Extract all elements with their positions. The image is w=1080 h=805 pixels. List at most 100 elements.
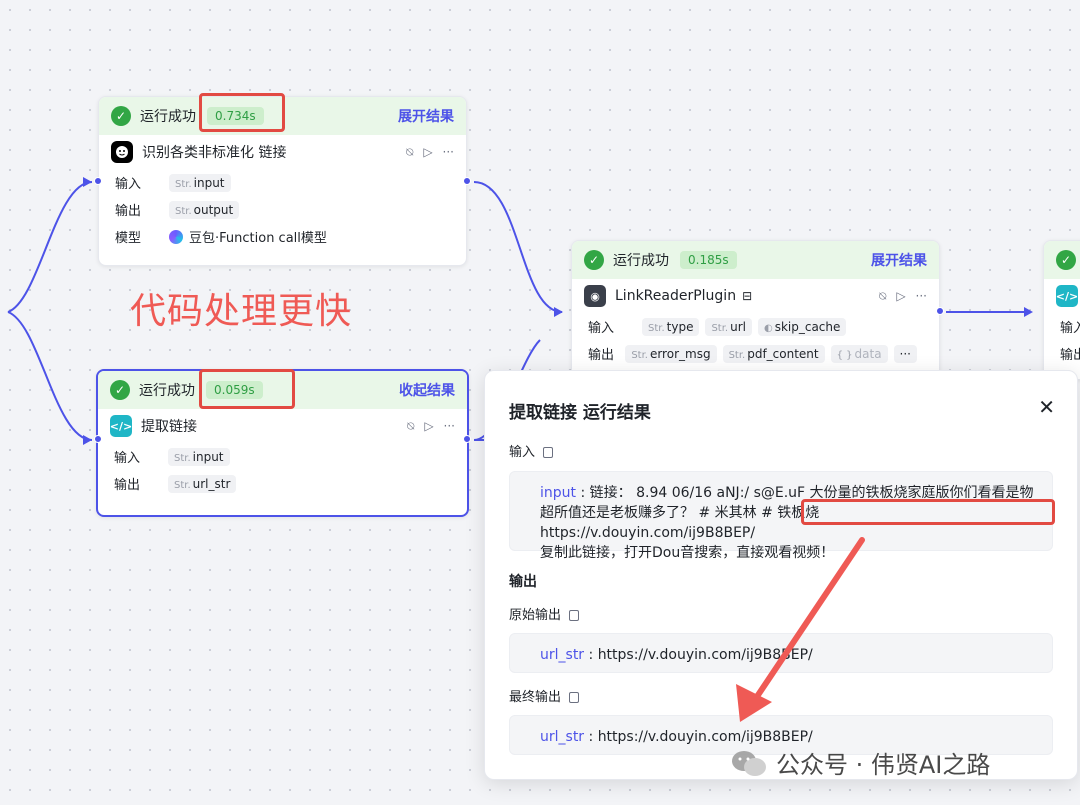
plugin-store-icon: ⊟ xyxy=(742,289,753,303)
plugin-duration-badge: 0.185s xyxy=(680,251,737,269)
success-check-icon: ✓ xyxy=(110,380,130,400)
input-text-2: 复制此链接，打开Dou音搜索，直接观看视频！ xyxy=(540,545,835,561)
final-output-label: 最终输出 xyxy=(509,686,580,705)
plugin-node[interactable]: ✓ 运行成功 0.185s 展开结果 ◉ LinkReaderPlugin ⊟ … xyxy=(571,240,940,380)
output-label: 输出 xyxy=(115,204,142,219)
output-param-tag: Str. error_msg xyxy=(625,344,717,363)
code-input-port[interactable] xyxy=(94,435,102,443)
output-param-tag: { } data xyxy=(830,344,888,363)
plugin-icon: ◉ xyxy=(584,285,606,307)
plugin-status-text: 运行成功 xyxy=(613,253,669,269)
llm-input-port[interactable] xyxy=(94,177,102,185)
plugin-node-title-row: ◉ LinkReaderPlugin ⊟ ⍉ ▷ ··· xyxy=(572,279,939,313)
code-icon: </> xyxy=(1056,285,1078,307)
panel-title: 提取链接 运行结果 xyxy=(509,403,651,423)
input-link[interactable]: https://v.douyin.com/ij9B8BEP/ xyxy=(540,525,755,541)
arrowhead-llm xyxy=(83,177,92,187)
arrowhead-plugin xyxy=(554,307,563,317)
next-input-row: 输入 xyxy=(1044,313,1080,340)
plugin-node-title: LinkReaderPlugin xyxy=(615,288,737,304)
arrowhead-next xyxy=(1024,307,1033,317)
code-duration-highlight xyxy=(199,369,295,409)
input-label: 输入 xyxy=(588,321,615,336)
input-param-tag: Str. input xyxy=(169,173,231,192)
workflow-canvas[interactable]: ✓ 运行成功 0.734s 展开结果 识别各类非标准化 链接 ⍉ ▷ ··· 输… xyxy=(0,0,1080,805)
success-check-icon: ✓ xyxy=(584,250,604,270)
code-node-title: 提取链接 xyxy=(141,419,197,435)
output-param-tag: Str. url_str xyxy=(168,474,237,493)
annotation-text: 代码处理更快 xyxy=(130,291,353,332)
raw-output-box: url_str : https://v.douyin.com/ij9B8BEP/ xyxy=(509,633,1053,673)
code-output-row: 输出 Str. url_str xyxy=(98,470,467,497)
watermark-text: 公众号 · 伟贤AI之路 xyxy=(776,751,991,779)
edge-llm-to-plugin xyxy=(473,181,563,313)
copy-icon[interactable] xyxy=(569,610,580,621)
wechat-icon xyxy=(732,750,766,776)
play-icon[interactable]: ▷ xyxy=(424,419,433,434)
plugin-node-actions: ⍉ ▷ ··· xyxy=(879,289,927,304)
input-key: input xyxy=(540,485,577,501)
success-check-icon: ✓ xyxy=(1056,250,1076,270)
plugin-output-row: 输出 Str. error_msg Str. pdf_content { } data… xyxy=(572,340,939,367)
raw-value: https://v.douyin.com/ij9B8BEP/ xyxy=(597,647,813,663)
play-icon[interactable]: ▷ xyxy=(423,145,432,160)
more-icon[interactable]: ··· xyxy=(443,145,454,160)
plugin-node-status-bar: ✓ 运行成功 0.185s 展开结果 xyxy=(572,241,939,279)
plugin-output-port[interactable] xyxy=(936,307,944,315)
bell-off-icon[interactable]: ⍉ xyxy=(407,419,414,434)
input-label: 输入 xyxy=(115,177,142,192)
plugin-expand-results-button[interactable]: 展开结果 xyxy=(871,250,927,270)
llm-expand-results-button[interactable]: 展开结果 xyxy=(398,106,454,126)
copy-icon[interactable] xyxy=(569,692,580,703)
input-label: 输入 xyxy=(114,451,141,466)
more-icon[interactable]: ··· xyxy=(916,289,927,304)
copy-icon[interactable] xyxy=(543,447,554,458)
llm-model-row: 模型 豆包·Function call模型 xyxy=(99,223,466,250)
input-param-tag: Str. url xyxy=(705,317,752,336)
code-output-port[interactable] xyxy=(463,435,471,443)
code-collapse-results-button[interactable]: 收起结果 xyxy=(399,380,455,400)
llm-duration-highlight xyxy=(199,93,285,132)
model-label: 模型 xyxy=(115,231,142,246)
success-check-icon: ✓ xyxy=(111,106,131,126)
llm-node-title: 识别各类非标准化 链接 xyxy=(142,145,287,161)
raw-key: url_str xyxy=(540,647,585,663)
code-node-title-row: </> 提取链接 ⍉ ▷ ··· xyxy=(98,409,467,443)
output-section-label: 输出 xyxy=(509,574,537,590)
more-outputs-button[interactable]: ··· xyxy=(893,344,917,363)
input-param-tag: Str. input xyxy=(168,447,230,466)
code-node-actions: ⍉ ▷ ··· xyxy=(407,419,455,434)
toggle-icon: ◐ xyxy=(763,322,773,334)
edge-start-to-llm xyxy=(7,181,93,313)
next-node-partial[interactable]: ✓ </> 输入 输出 xyxy=(1043,240,1080,380)
llm-node-icon xyxy=(111,141,133,163)
llm-input-row: 输入 Str. input xyxy=(99,169,466,196)
llm-output-port[interactable] xyxy=(463,177,471,185)
output-label: 输出 xyxy=(588,348,615,363)
input-section-label: 输入 xyxy=(509,441,554,460)
play-icon[interactable]: ▷ xyxy=(896,289,905,304)
output-param-tag: Str. output xyxy=(169,200,240,219)
output-param-tag: Str. pdf_content xyxy=(722,344,825,363)
llm-node-actions: ⍉ ▷ ··· xyxy=(406,145,454,160)
next-output-row: 输出 xyxy=(1044,340,1080,367)
bell-off-icon[interactable]: ⍉ xyxy=(406,145,413,160)
final-value: https://v.douyin.com/ij9B8BEP/ xyxy=(597,729,813,745)
edge-start-to-code xyxy=(7,311,93,441)
output-label: 输出 xyxy=(114,478,141,493)
code-input-row: 输入 Str. input xyxy=(98,443,467,470)
model-name: 豆包·Function call模型 xyxy=(189,231,327,246)
run-result-panel: 提取链接 运行结果 ✕ 输入 input : 链接： 8.94 06/16 aN… xyxy=(484,370,1078,780)
code-status-text: 运行成功 xyxy=(139,383,195,399)
close-icon[interactable]: ✕ xyxy=(1038,395,1055,419)
bell-off-icon[interactable]: ⍉ xyxy=(879,289,886,304)
watermark: 公众号 · 伟贤AI之路 xyxy=(730,745,990,780)
arrowhead-code xyxy=(83,435,92,445)
llm-status-text: 运行成功 xyxy=(140,109,196,125)
link-highlight xyxy=(801,499,1055,525)
more-icon[interactable]: ··· xyxy=(444,419,455,434)
input-param-tag: Str. type xyxy=(642,317,700,336)
plugin-input-row: 输入 Str. type Str. url ◐ skip_cache xyxy=(572,313,939,340)
doubao-model-icon xyxy=(169,229,183,244)
raw-output-label: 原始输出 xyxy=(509,604,580,623)
